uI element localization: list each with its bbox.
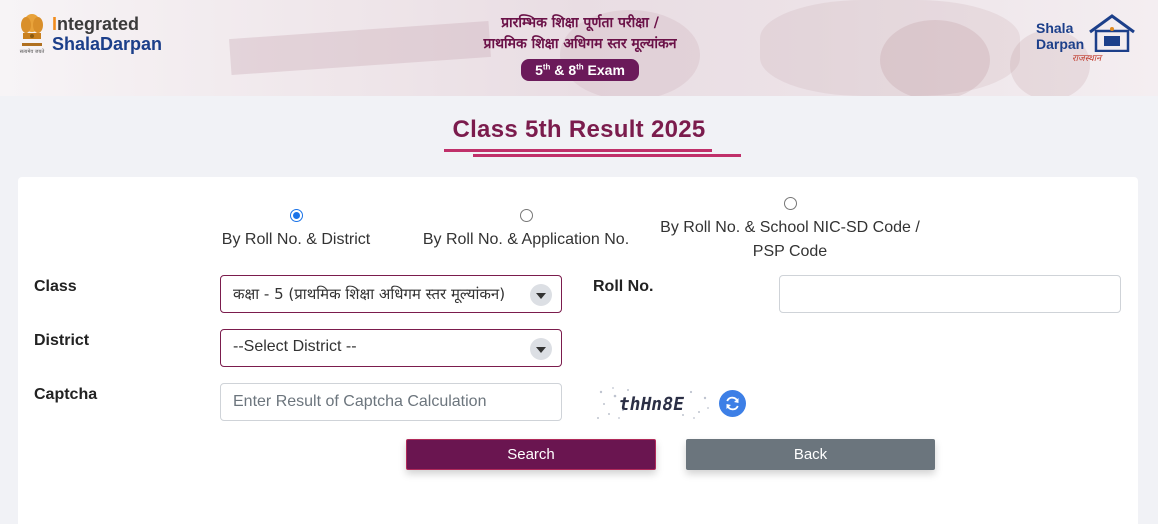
roll-number-input[interactable] [779, 275, 1121, 313]
refresh-icon [726, 396, 739, 411]
radio-option-roll-school-code[interactable]: By Roll No. & School NIC-SD Code / PSP C… [640, 197, 940, 264]
captcha-input[interactable] [220, 383, 562, 421]
radio-label-roll-school-code-line1: By Roll No. & School NIC-SD Code / [660, 219, 920, 236]
banner-background-decoration [880, 20, 990, 96]
title-underline-offset [473, 154, 741, 157]
header-banner: सत्यमेव जयते Integrated ShalaDarpan प्रा… [0, 0, 1158, 96]
captcha-text: thHn8E [617, 394, 686, 415]
district-label: District [34, 332, 90, 349]
logo-right-subtitle: राजस्थान [1072, 53, 1102, 63]
badge-ampersand: & [550, 62, 569, 78]
radio-option-roll-district[interactable]: By Roll No. & District [210, 209, 382, 252]
badge-class-8: 8 [568, 62, 577, 78]
page-title: Class 5th Result 2025 [452, 116, 706, 143]
state-emblem-icon: सत्यमेव जयते [20, 14, 45, 55]
class-label: Class [34, 278, 77, 295]
back-button[interactable]: Back [686, 439, 935, 470]
radio-label-roll-school-code-line2: PSP Code [752, 243, 828, 260]
shaladarpan-rajasthan-logo[interactable]: Shala Darpan राजस्थान [1036, 14, 1140, 64]
roll-number-label: Roll No. [593, 278, 654, 295]
exam-title-line1: प्रारम्भिक शिक्षा पूर्णता परीक्षा / [501, 15, 659, 31]
class-select[interactable]: कक्षा - 5 (प्राथमिक शिक्षा अधिगम स्तर मू… [220, 275, 562, 313]
search-button[interactable]: Search [406, 439, 656, 470]
radio-option-roll-application[interactable]: By Roll No. & Application No. [400, 209, 652, 252]
radio-button-roll-application[interactable] [519, 209, 533, 222]
district-select[interactable]: --Select District -- [220, 329, 562, 367]
logo-right-line2: Darpan [1036, 36, 1085, 52]
radio-button-roll-school-code[interactable] [783, 197, 797, 210]
badge-class-5: 5 [535, 62, 543, 78]
captcha-refresh-button[interactable] [719, 390, 746, 417]
exam-title-block: प्रारम्भिक शिक्षा पूर्णता परीक्षा / प्रा… [430, 13, 730, 81]
title-underline [444, 149, 712, 152]
svg-text:सत्यमेव जयते: सत्यमेव जयते [20, 48, 45, 55]
radio-label-roll-application: By Roll No. & Application No. [422, 231, 630, 248]
captcha-label: Captcha [34, 386, 98, 403]
integrated-shaladarpan-logo[interactable]: सत्यमेव जयते Integrated ShalaDarpan [18, 13, 162, 55]
radio-label-roll-district: By Roll No. & District [221, 231, 371, 248]
logo-word1-rest: ntegrated [57, 14, 140, 34]
exam-title-line2: प्राथमिक शिक्षा अधिगम स्तर मूल्यांकन [483, 36, 677, 52]
badge-exam-word: Exam [583, 62, 625, 78]
logo-right-line1: Shala [1036, 20, 1074, 36]
dropdown-arrow-icon[interactable] [530, 284, 552, 306]
captcha-image: thHn8E [597, 387, 709, 419]
logo-word2-rest: halaDarpan [64, 34, 163, 54]
dropdown-arrow-icon[interactable] [530, 338, 552, 360]
badge-suffix-2: th [576, 62, 584, 72]
exam-classes-badge: 5th & 8th Exam [521, 59, 639, 81]
shaladarpan-house-icon [1089, 14, 1135, 52]
class-select-value: कक्षा - 5 (प्राथमिक शिक्षा अधिगम स्तर मू… [233, 285, 506, 303]
logo-word2-initial: S [52, 34, 65, 54]
district-select-value: --Select District -- [233, 338, 357, 355]
radio-button-roll-district[interactable] [289, 209, 303, 222]
